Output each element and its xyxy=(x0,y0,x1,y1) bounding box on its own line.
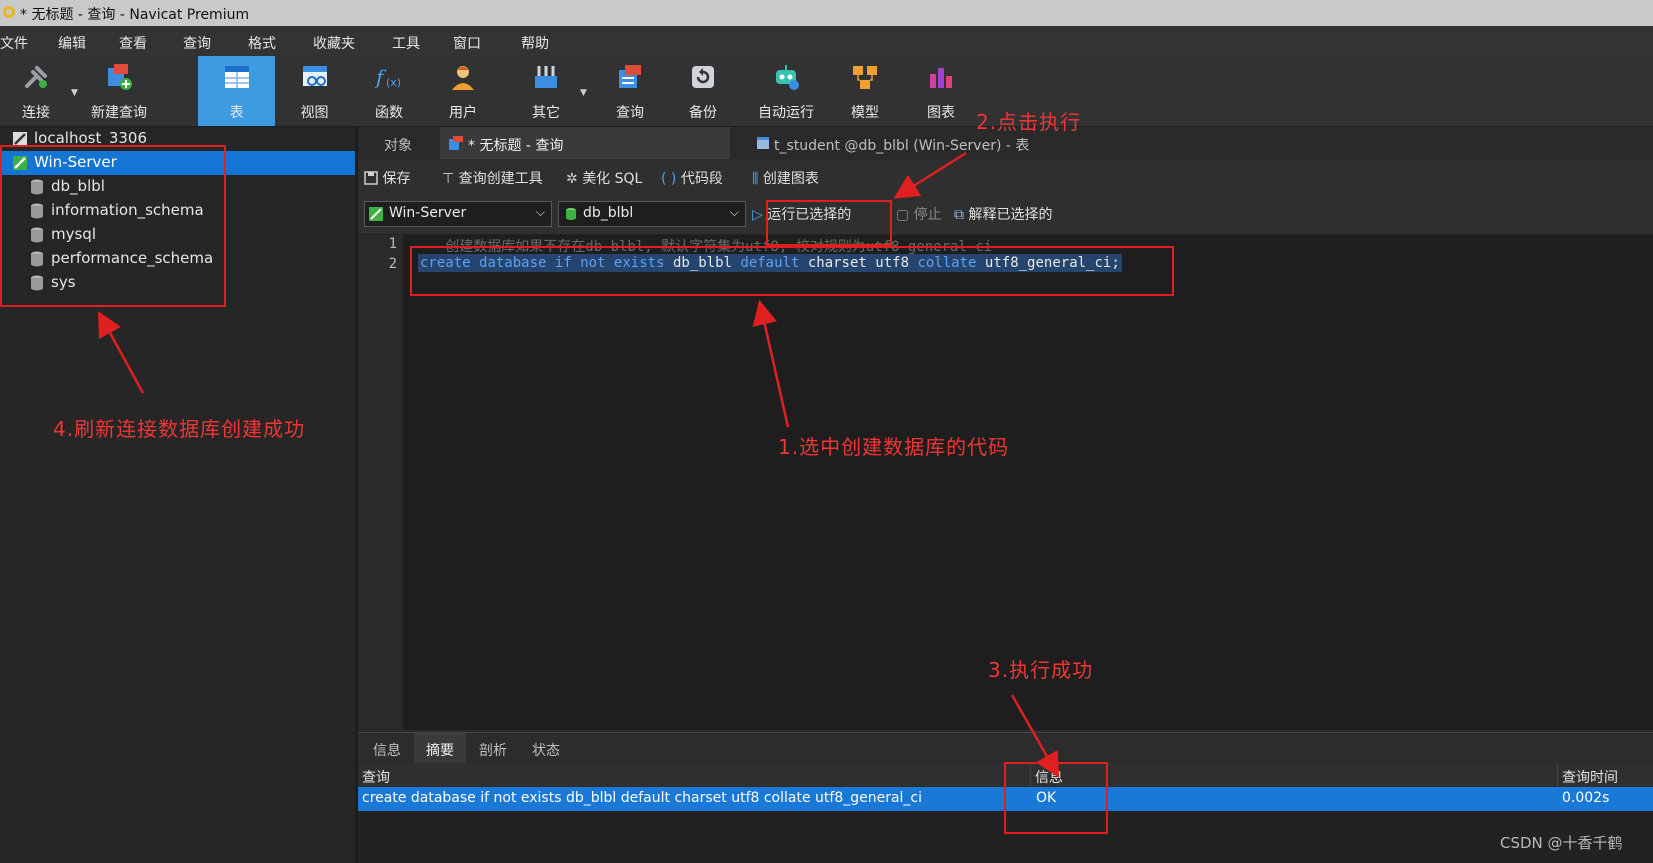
watermark: CSDN @十香千鹤 xyxy=(1500,834,1623,852)
annotation-step-2: 2.点击执行 xyxy=(976,110,1082,134)
arrow-2 xyxy=(893,151,967,199)
arrow-3 xyxy=(1010,694,1060,778)
annotation-step-4: 4.刷新连接数据库创建成功 xyxy=(53,417,306,441)
arrow-1 xyxy=(752,299,790,428)
arrow-4 xyxy=(97,311,145,394)
annotation-step-1: 1.选中创建数据库的代码 xyxy=(778,435,1010,459)
annotation-step-3: 3.执行成功 xyxy=(988,658,1094,682)
